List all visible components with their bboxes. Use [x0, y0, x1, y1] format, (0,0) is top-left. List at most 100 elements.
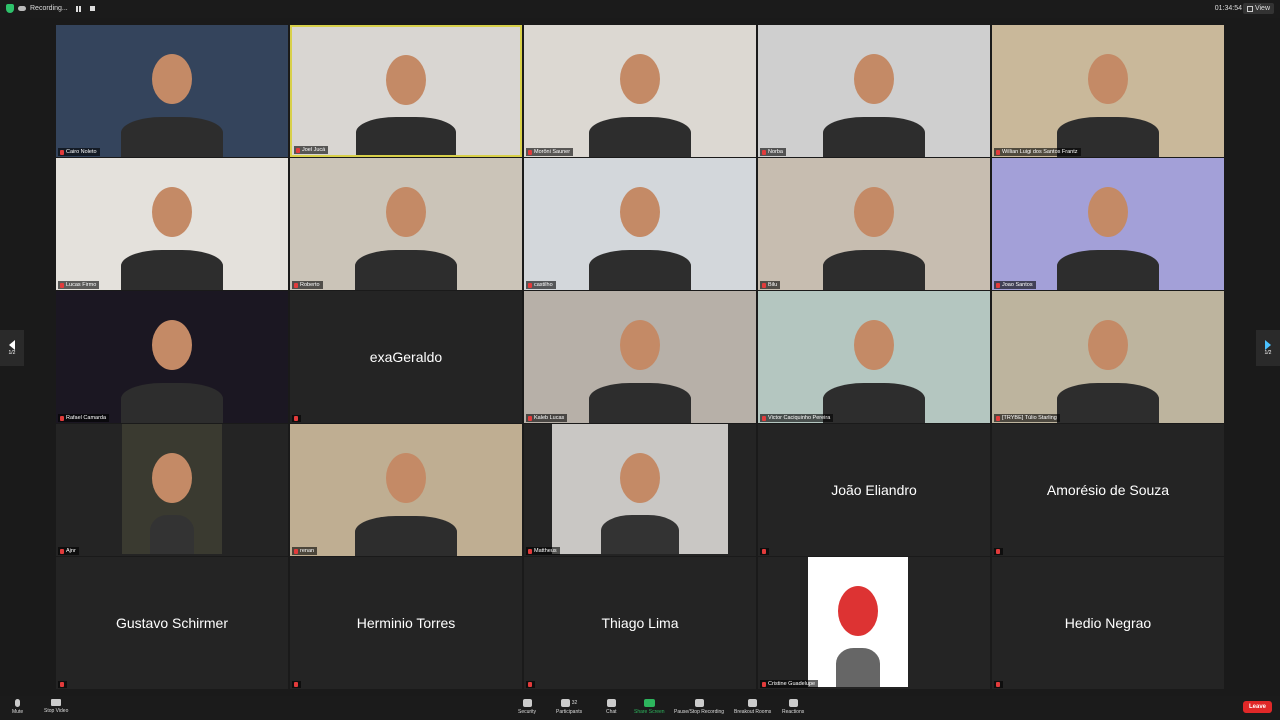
top-bar: Recording... 01:34:54 View: [0, 0, 1280, 18]
pause-recording-icon[interactable]: [76, 5, 82, 12]
pause-stop-icon: [694, 699, 704, 707]
participant-name-label: [526, 681, 535, 688]
participant-tile[interactable]: Cristine Guadelupe: [758, 557, 990, 689]
participant-silhouette-body: [588, 250, 692, 290]
participant-name-label: Bilu: [760, 281, 781, 289]
reactions-button[interactable]: Reactions: [782, 699, 804, 715]
participant-silhouette-body: [588, 117, 692, 157]
participant-tile[interactable]: Lucas Firmo: [56, 158, 288, 290]
participant-tile[interactable]: [TRYBE] Túlio Starling: [992, 291, 1224, 423]
participant-video: [56, 291, 288, 423]
participant-display-name: exaGeraldo: [369, 349, 443, 365]
participant-name-text: Lucas Firmo: [66, 282, 97, 288]
participant-tile[interactable]: Joao Santos: [992, 158, 1224, 290]
participant-tile[interactable]: Bilu: [758, 158, 990, 290]
participant-name-label: [292, 415, 301, 422]
next-page-button[interactable]: 1/2: [1256, 330, 1280, 366]
view-button[interactable]: View: [1242, 3, 1274, 14]
participant-name-label: Rafael Camarda: [58, 414, 110, 422]
stop-recording-icon[interactable]: [90, 6, 96, 12]
previous-page-button[interactable]: 1/2: [0, 330, 24, 366]
participant-silhouette-body: [355, 116, 457, 155]
view-label: View: [1254, 5, 1270, 12]
participant-name-text: Mattheus: [534, 548, 557, 554]
security-button[interactable]: Security: [518, 699, 536, 715]
participant-video: [992, 25, 1224, 157]
participant-name-label: Victor Caciquinho Pereira: [760, 414, 834, 422]
participant-tile[interactable]: Mattheus: [524, 424, 756, 556]
reactions-label: Reactions: [782, 709, 805, 715]
stop-video-button[interactable]: Stop Video: [44, 699, 68, 714]
participant-display-name: Gustavo Schirmer: [115, 615, 229, 631]
participant-display-name: Thiago Lima: [601, 615, 679, 631]
participant-video: [758, 557, 990, 689]
muted-microphone-icon: [296, 147, 300, 153]
participant-silhouette-body: [822, 383, 926, 423]
security-label: Security: [518, 709, 537, 715]
muted-microphone-icon: [528, 548, 532, 554]
muted-microphone-icon: [762, 149, 766, 155]
pause-recording-button[interactable]: Pause/Stop Recording: [674, 699, 724, 715]
participant-video: [758, 291, 990, 423]
participant-tile[interactable]: Roberto: [290, 158, 522, 290]
participant-tile[interactable]: Joel Jucá: [290, 25, 522, 157]
muted-microphone-icon: [996, 415, 1000, 421]
participant-tile[interactable]: Cairo Noleto: [56, 25, 288, 157]
participant-video: [524, 158, 756, 290]
arrow-left-icon: [9, 340, 15, 350]
participant-name-label: Mattheus: [526, 547, 560, 555]
leave-button[interactable]: Leave: [1242, 701, 1272, 713]
participant-video: [524, 424, 756, 556]
participant-tile[interactable]: renan: [290, 424, 522, 556]
participants-button[interactable]: 32 Participants: [556, 699, 582, 715]
participant-silhouette-body: [822, 250, 926, 290]
muted-microphone-icon: [996, 549, 1000, 554]
participant-tile[interactable]: castilho: [524, 158, 756, 290]
participant-name-text: Joao Santos: [1002, 282, 1033, 288]
breakout-rooms-button[interactable]: Breakout Rooms: [734, 699, 771, 715]
participant-name-label: [994, 681, 1003, 688]
participant-tile[interactable]: Willian Luigi dos Santos Frantz: [992, 25, 1224, 157]
share-screen-icon: [643, 699, 655, 707]
muted-microphone-icon: [762, 681, 766, 687]
participant-silhouette-head: [854, 187, 894, 238]
participant-tile[interactable]: João Eliandro: [758, 424, 990, 556]
participant-tile[interactable]: Morôni Sauner: [524, 25, 756, 157]
participant-tile[interactable]: Norba: [758, 25, 990, 157]
participant-tile[interactable]: Rafael Camarda: [56, 291, 288, 423]
participant-tile[interactable]: Victor Caciquinho Pereira: [758, 291, 990, 423]
participant-video: [992, 291, 1224, 423]
chat-label: Chat: [606, 709, 617, 715]
muted-microphone-icon: [528, 682, 532, 687]
participant-tile[interactable]: Amorésio de Souza: [992, 424, 1224, 556]
participant-video: [56, 158, 288, 290]
participant-tile[interactable]: exaGeraldo: [290, 291, 522, 423]
participant-tile[interactable]: Thiago Lima: [524, 557, 756, 689]
participant-name-label: Norba: [760, 148, 786, 156]
cloud-recording-icon: [18, 6, 26, 11]
share-screen-label: Share Screen: [634, 709, 665, 715]
participant-tile[interactable]: Kaleb Lucas: [524, 291, 756, 423]
camera-icon: [51, 699, 62, 706]
participants-icon-group: 32: [560, 699, 577, 707]
chat-icon: [606, 699, 616, 707]
shield-icon[interactable]: [6, 4, 14, 13]
participant-silhouette-head: [620, 54, 660, 105]
participant-tile[interactable]: Herminio Torres: [290, 557, 522, 689]
participant-name-text: Bilu: [768, 282, 778, 288]
muted-microphone-icon: [528, 149, 532, 155]
participant-tile[interactable]: Gustavo Schirmer: [56, 557, 288, 689]
muted-microphone-icon: [762, 549, 766, 554]
mute-button[interactable]: Mute: [12, 699, 23, 715]
participant-display-name: Hedio Negrao: [1064, 615, 1152, 631]
participant-video: [524, 25, 756, 157]
chat-button[interactable]: Chat: [606, 699, 617, 715]
participant-name-text: Roberto: [300, 282, 320, 288]
participant-name-text: Norba: [768, 149, 783, 155]
participant-tile[interactable]: Ajnr: [56, 424, 288, 556]
muted-microphone-icon: [294, 282, 298, 288]
participant-silhouette-head: [152, 320, 192, 371]
participant-tile[interactable]: Hedio Negrao: [992, 557, 1224, 689]
share-screen-button[interactable]: Share Screen: [634, 699, 665, 715]
participant-name-text: Cristine Guadelupe: [768, 681, 816, 687]
